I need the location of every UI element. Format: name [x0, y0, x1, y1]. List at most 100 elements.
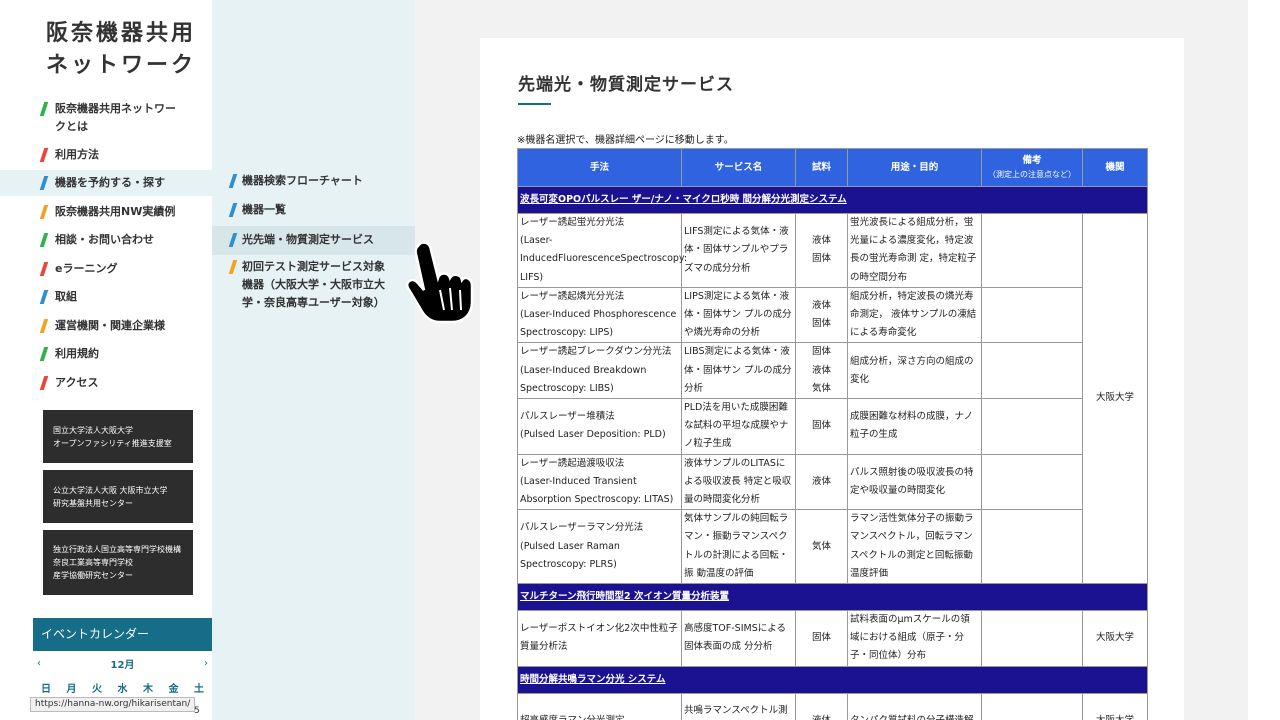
nav-item-label: eラーニング — [55, 262, 118, 275]
table-row: 超高感度ラマン分光測定共鳴ラマンスペクトル測定によるタンパク質試料液体タンパク質… — [517, 692, 1148, 720]
category-row: 波長可変OPOパルスレー ザー/ナノ・マイクロ秒時 間分解分光測定システム — [517, 186, 1148, 214]
site-title[interactable]: 阪奈機器共用 ネットワーク — [46, 18, 196, 82]
calendar-weekday: 木 — [143, 684, 153, 695]
cell-sample: 液体 — [795, 453, 848, 511]
nav-item-organizations[interactable]: 運営機関・関連企業様 — [0, 313, 212, 339]
page-note: ※機器名選択で、機器詳細ページに移動します。 — [517, 135, 734, 146]
submenu-item-equipment-list[interactable]: 機器一覧 — [212, 201, 415, 221]
nav-item-about[interactable]: 阪奈機器共用ネットワー クとは — [0, 96, 212, 140]
category-link-opo-laser[interactable]: 波長可変OPOパルスレー ザー/ナノ・マイクロ秒時 間分解分光測定システム — [520, 194, 847, 205]
cell-method: パルスレーザー堆積法 (Pulsed Laser Deposition: PLD… — [517, 398, 682, 455]
hand-pointer-icon — [406, 241, 474, 324]
category-row: マルチターン飛行時間型2 次イオン質量分析装置 — [517, 583, 1148, 612]
slash-icon — [228, 233, 238, 247]
calendar-prev-button[interactable]: ‹ — [37, 658, 41, 669]
header-method: 手法 — [517, 148, 682, 187]
header-remarks-sub: （測定上の注意点など） — [988, 169, 1076, 179]
header-org: 機関 — [1082, 148, 1148, 187]
cell-remarks — [981, 398, 1083, 455]
cell-purpose: ラマン活性気体分子の振動ラマンスペクトル，回転ラマンスペクトルの測定と回転振動温… — [847, 509, 982, 585]
nav-item-label: 機器を予約する・探す — [55, 176, 165, 189]
nav-item-label: 利用規約 — [55, 347, 99, 360]
cell-method: レーザー誘起過渡吸収法 (Laser-Induced Transient Abs… — [517, 453, 682, 511]
banner-osaka-city-university[interactable]: 公立大学法人大阪 大阪市立大学 研究基盤共用センター — [43, 470, 193, 523]
table-row: レーザー誘起過渡吸収法 (Laser-Induced Transient Abs… — [517, 453, 1148, 511]
submenu-item-flowchart[interactable]: 機器検索フローチャート — [212, 172, 415, 192]
nav-item-contact[interactable]: 相談・お問い合わせ — [0, 227, 212, 253]
calendar-month: 12月 — [110, 659, 135, 671]
category-link-tof-sims[interactable]: マルチターン飛行時間型2 次イオン質量分析装置 — [520, 591, 729, 602]
table-row: レーザーポストイオン化2次中性粒子質量分析法 高感度TOF-SIMSによる固体表面… — [517, 610, 1148, 667]
cell-purpose: 蛍光波長による組成分析，蛍光量による濃度変化，特定波長の蛍光寿命測 定，特定粒子… — [847, 213, 982, 288]
cell-remarks — [981, 342, 1083, 400]
nav-item-access[interactable]: アクセス — [0, 370, 212, 396]
cell-method: レーザー誘起蛍光分光法 (Laser-InducedFluorescenceSp… — [517, 213, 687, 288]
cell-purpose: タンパク質試料の分子構造解 — [847, 692, 982, 720]
calendar-weekdays: 日月火水木金土 — [33, 680, 212, 695]
cell-service: PLD法を用いた成膜困難な試料の平坦な成膜やナノ粒子生成 — [681, 398, 796, 455]
slash-icon — [228, 174, 238, 188]
calendar-weekday: 火 — [92, 684, 102, 695]
nav-item-initiatives[interactable]: 取組 — [0, 284, 212, 310]
calendar-weekday: 月 — [66, 684, 77, 695]
cell-service: LIPS測定による気体・液体・固体サン プルの成分や燐光寿命の分析 — [681, 286, 796, 344]
table-row: パルスレーザーラマン分光法 (Pulsed Laser Raman Spectr… — [517, 509, 1148, 585]
calendar-weekday: 金 — [168, 684, 179, 695]
page-title: 先端光・物質測定サービス — [518, 75, 734, 95]
submenu-item-advanced-light-service[interactable]: 光先端・物質測定サービス — [212, 226, 415, 255]
nav-item-label: 阪奈機器共用NW実績例 — [55, 205, 176, 218]
cell-method: レーザー誘起燐光分光法 (Laser-Induced Phosphorescen… — [517, 286, 682, 344]
nav-item-usage[interactable]: 利用方法 — [0, 142, 212, 168]
nav-item-label: 阪奈機器共用ネットワー クとは — [55, 102, 176, 133]
submenu-item-label: 光先端・物質測定サービス — [242, 233, 374, 246]
cell-sample: 液体 固体 — [795, 213, 848, 288]
nav-item-terms[interactable]: 利用規約 — [0, 341, 212, 367]
nav-item-elearning[interactable]: eラーニング — [0, 256, 212, 282]
cell-method: パルスレーザーラマン分光法 (Pulsed Laser Raman Spectr… — [517, 509, 682, 585]
cell-method: 超高感度ラマン分光測定 — [517, 692, 682, 720]
cell-sample: 液体 固体 — [795, 286, 848, 344]
cell-remarks — [981, 610, 1083, 667]
nav-item-label: 利用方法 — [55, 148, 99, 161]
cell-service: LIBS測定による気体・液体・固体サン プルの成分分析 — [681, 342, 796, 400]
nav-item-results[interactable]: 阪奈機器共用NW実績例 — [0, 199, 212, 225]
cell-purpose: パルス照射後の吸収波長の特定や吸収量の時間変化 — [847, 453, 982, 511]
cell-remarks — [981, 453, 1083, 511]
cell-remarks — [981, 692, 1083, 720]
nav-item-label: 相談・お問い合わせ — [55, 233, 154, 246]
cell-sample: 固体 — [795, 398, 848, 455]
banner-nara-kosen[interactable]: 独立行政法人国立高等専門学校機構 奈良工業高等専門学校 産学協働研究センター — [43, 530, 193, 595]
calendar-weekday: 日 — [41, 684, 51, 695]
nav-item-reserve-search[interactable]: 機器を予約する・探す — [0, 170, 212, 196]
calendar-next-button[interactable]: › — [204, 658, 208, 669]
calendar-weekday: 土 — [194, 684, 204, 695]
header-remarks-label: 備考 — [1022, 154, 1042, 166]
cell-sample: 固体 — [795, 610, 848, 667]
calendar-header: イベントカレンダー — [33, 618, 212, 651]
cell-remarks — [981, 509, 1083, 585]
cell-service: 共鳴ラマンスペクトル測定によるタンパク質試料 — [681, 692, 796, 720]
slash-icon — [228, 260, 238, 274]
calendar-weekday: 水 — [117, 684, 128, 695]
slash-icon — [228, 203, 238, 217]
header-remarks: 備考 （測定上の注意点など） — [981, 148, 1083, 187]
cell-service: 液体サンプルのLITASによる吸収波長 特定と吸収量の時間変化分析 — [681, 453, 796, 511]
site-title-line1: 阪奈機器共用 — [46, 21, 197, 46]
site-title-line2: ネットワーク — [46, 53, 197, 78]
table-row: パルスレーザー堆積法 (Pulsed Laser Deposition: PLD… — [517, 398, 1148, 455]
cell-method: レーザー誘起ブレークダウン分光法 (Laser-Induced Breakdow… — [517, 342, 682, 400]
cell-remarks — [981, 213, 1083, 288]
right-edge — [1248, 0, 1280, 720]
header-sample: 試料 — [795, 148, 848, 187]
submenu-item-first-test-service[interactable]: 初回テスト測定サービス対象 機器（大阪大学・大阪市立大 学・奈良高専ユーザー対象… — [212, 258, 415, 314]
banner-osaka-university[interactable]: 国立大学法人大阪大学 オープンファシリティ推進支援室 — [43, 410, 193, 463]
table-row: レーザー誘起ブレークダウン分光法 (Laser-Induced Breakdow… — [517, 342, 1148, 400]
category-link-raman[interactable]: 時間分解共鳴ラマン分光 システム — [520, 674, 666, 685]
submenu-panel: 機器検索フローチャート 機器一覧光先端・物質測定サービス初回テスト測定サービス対象… — [212, 0, 415, 720]
submenu-item-label: 初回テスト測定サービス対象 機器（大阪大学・大阪市立大 学・奈良高専ユーザー対象… — [242, 260, 385, 309]
cell-sample: 液体 — [795, 692, 848, 720]
cell-org: 大阪大学 — [1082, 212, 1148, 585]
cell-org: 大阪大学 — [1082, 610, 1148, 667]
status-bar-url: https://hanna-nw.org/hikarisentan/ — [30, 697, 196, 712]
table-row: レーザー誘起蛍光分光法 (Laser-InducedFluorescenceSp… — [517, 212, 1148, 585]
